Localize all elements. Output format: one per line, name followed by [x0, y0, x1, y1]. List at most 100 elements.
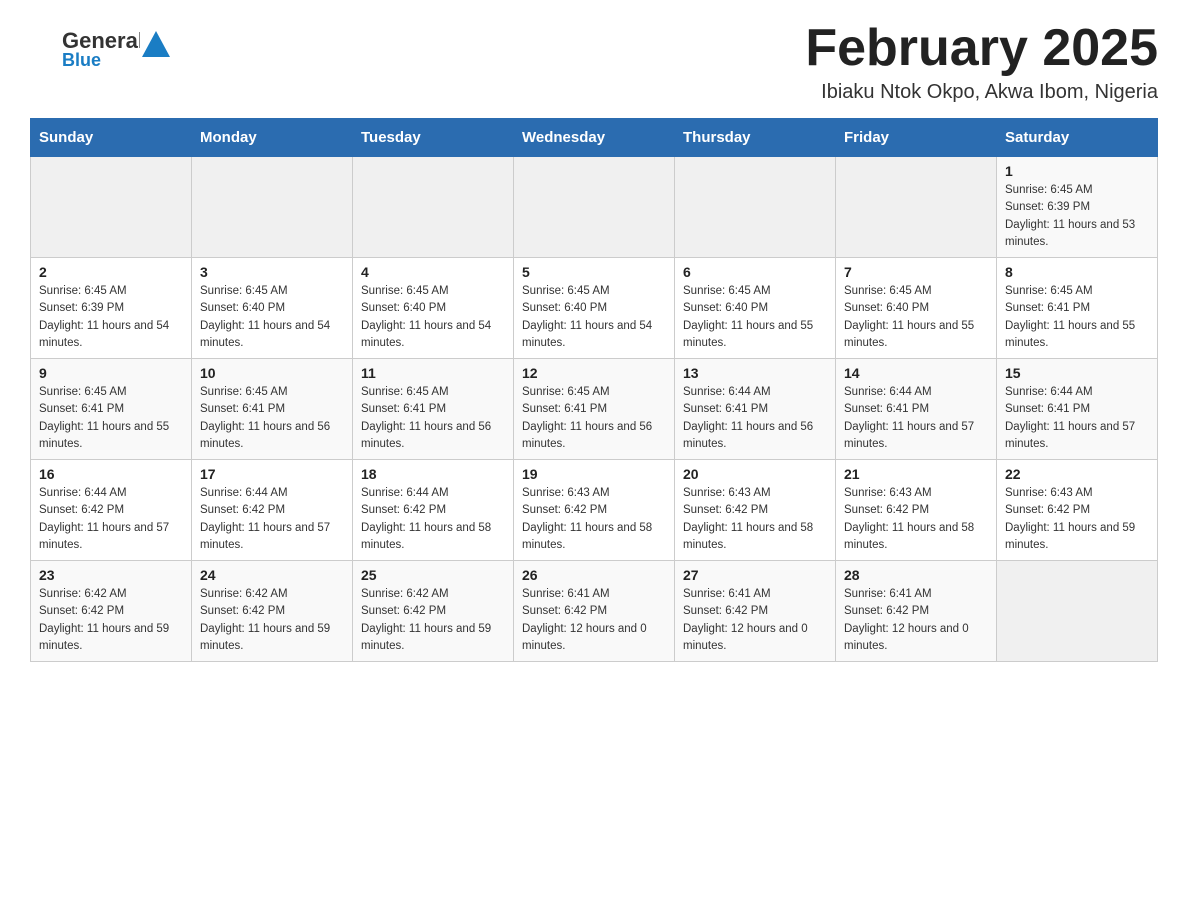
- calendar-cell: 28 Sunrise: 6:41 AMSunset: 6:42 PMDayligh…: [836, 561, 997, 662]
- header-cell-friday: Friday: [836, 119, 997, 157]
- day-info: Sunrise: 6:42 AMSunset: 6:42 PMDaylight:…: [39, 588, 169, 652]
- calendar-week-row: 23 Sunrise: 6:42 AMSunset: 6:42 PMDayligh…: [31, 561, 1158, 662]
- day-number: 12: [522, 365, 666, 381]
- calendar-cell: [675, 157, 836, 258]
- calendar-cell: 4Sunrise: 6:45 AMSunset: 6:40 PMDaylight…: [353, 258, 514, 359]
- calendar-header: SundayMondayTuesdayWednesdayThursdayFrid…: [31, 119, 1158, 157]
- day-number: 26: [522, 567, 666, 583]
- calendar-body: 1 Sunrise: 6:45 AMSunset: 6:39 PMDaylight…: [31, 157, 1158, 662]
- calendar-cell: 27 Sunrise: 6:41 AMSunset: 6:42 PMDayligh…: [675, 561, 836, 662]
- day-number: 22: [1005, 466, 1149, 482]
- calendar-cell: [836, 157, 997, 258]
- day-info: Sunrise: 6:45 AMSunset: 6:39 PMDaylight:…: [1005, 184, 1135, 248]
- day-number: 9: [39, 365, 183, 381]
- calendar-cell: 26 Sunrise: 6:41 AMSunset: 6:42 PMDayligh…: [514, 561, 675, 662]
- calendar-cell: 6 Sunrise: 6:45 AMSunset: 6:40 PMDaylight…: [675, 258, 836, 359]
- calendar-cell: 23 Sunrise: 6:42 AMSunset: 6:42 PMDayligh…: [31, 561, 192, 662]
- title-block: February 2025 Ibiaku Ntok Okpo, Akwa Ibo…: [805, 20, 1158, 104]
- header-cell-monday: Monday: [192, 119, 353, 157]
- header-cell-saturday: Saturday: [997, 119, 1158, 157]
- day-info: Sunrise: 6:44 AMSunset: 6:41 PMDaylight:…: [844, 386, 974, 450]
- day-number: 13: [683, 365, 827, 381]
- day-info: Sunrise: 6:42 AMSunset: 6:42 PMDaylight:…: [361, 588, 491, 652]
- arrow-icon: [140, 29, 172, 61]
- day-info: Sunrise: 6:45 AMSunset: 6:41 PMDaylight:…: [39, 386, 169, 450]
- day-number: 2: [39, 264, 183, 280]
- day-number: 16: [39, 466, 183, 482]
- calendar-cell: 18Sunrise: 6:44 AMSunset: 6:42 PMDayligh…: [353, 460, 514, 561]
- calendar-week-row: 2 Sunrise: 6:45 AMSunset: 6:39 PMDaylight…: [31, 258, 1158, 359]
- day-info: Sunrise: 6:42 AMSunset: 6:42 PMDaylight:…: [200, 588, 330, 652]
- calendar-cell: 17Sunrise: 6:44 AMSunset: 6:42 PMDayligh…: [192, 460, 353, 561]
- calendar-cell: 16 Sunrise: 6:44 AMSunset: 6:42 PMDayligh…: [31, 460, 192, 561]
- logo-icon: General Blue: [30, 20, 140, 70]
- day-number: 1: [1005, 163, 1149, 179]
- calendar-cell: 21Sunrise: 6:43 AMSunset: 6:42 PMDayligh…: [836, 460, 997, 561]
- calendar-cell: [353, 157, 514, 258]
- header-row: SundayMondayTuesdayWednesdayThursdayFrid…: [31, 119, 1158, 157]
- calendar-cell: [514, 157, 675, 258]
- day-info: Sunrise: 6:41 AMSunset: 6:42 PMDaylight:…: [683, 588, 808, 652]
- page-header: General Blue February 2025 Ibiaku Ntok O…: [30, 20, 1158, 104]
- day-info: Sunrise: 6:41 AMSunset: 6:42 PMDaylight:…: [522, 588, 647, 652]
- calendar-subtitle: Ibiaku Ntok Okpo, Akwa Ibom, Nigeria: [805, 81, 1158, 104]
- day-info: Sunrise: 6:43 AMSunset: 6:42 PMDaylight:…: [844, 487, 974, 551]
- header-cell-wednesday: Wednesday: [514, 119, 675, 157]
- calendar-cell: [192, 157, 353, 258]
- day-number: 28: [844, 567, 988, 583]
- calendar-cell: 15Sunrise: 6:44 AMSunset: 6:41 PMDayligh…: [997, 359, 1158, 460]
- day-info: Sunrise: 6:43 AMSunset: 6:42 PMDaylight:…: [1005, 487, 1135, 551]
- day-info: Sunrise: 6:45 AMSunset: 6:40 PMDaylight:…: [361, 285, 491, 349]
- day-number: 6: [683, 264, 827, 280]
- svg-text:Blue: Blue: [62, 50, 101, 70]
- day-info: Sunrise: 6:43 AMSunset: 6:42 PMDaylight:…: [522, 487, 652, 551]
- day-number: 23: [39, 567, 183, 583]
- day-info: Sunrise: 6:45 AMSunset: 6:40 PMDaylight:…: [683, 285, 813, 349]
- calendar-cell: 13Sunrise: 6:44 AMSunset: 6:41 PMDayligh…: [675, 359, 836, 460]
- day-info: Sunrise: 6:45 AMSunset: 6:40 PMDaylight:…: [844, 285, 974, 349]
- day-info: Sunrise: 6:45 AMSunset: 6:41 PMDaylight:…: [361, 386, 491, 450]
- calendar-cell: 11 Sunrise: 6:45 AMSunset: 6:41 PMDayligh…: [353, 359, 514, 460]
- day-number: 3: [200, 264, 344, 280]
- day-info: Sunrise: 6:44 AMSunset: 6:42 PMDaylight:…: [200, 487, 330, 551]
- day-info: Sunrise: 6:45 AMSunset: 6:40 PMDaylight:…: [200, 285, 330, 349]
- calendar-week-row: 1 Sunrise: 6:45 AMSunset: 6:39 PMDaylight…: [31, 157, 1158, 258]
- calendar-table: SundayMondayTuesdayWednesdayThursdayFrid…: [30, 118, 1158, 662]
- header-cell-tuesday: Tuesday: [353, 119, 514, 157]
- calendar-cell: 1 Sunrise: 6:45 AMSunset: 6:39 PMDaylight…: [997, 157, 1158, 258]
- day-number: 25: [361, 567, 505, 583]
- day-number: 11: [361, 365, 505, 381]
- day-number: 8: [1005, 264, 1149, 280]
- day-number: 20: [683, 466, 827, 482]
- calendar-cell: 14 Sunrise: 6:44 AMSunset: 6:41 PMDayligh…: [836, 359, 997, 460]
- day-info: Sunrise: 6:45 AMSunset: 6:41 PMDaylight:…: [200, 386, 330, 450]
- day-info: Sunrise: 6:41 AMSunset: 6:42 PMDaylight:…: [844, 588, 969, 652]
- calendar-cell: 19 Sunrise: 6:43 AMSunset: 6:42 PMDayligh…: [514, 460, 675, 561]
- logo: General Blue: [30, 20, 172, 70]
- day-info: Sunrise: 6:45 AMSunset: 6:39 PMDaylight:…: [39, 285, 169, 349]
- calendar-cell: 5 Sunrise: 6:45 AMSunset: 6:40 PMDaylight…: [514, 258, 675, 359]
- header-cell-sunday: Sunday: [31, 119, 192, 157]
- day-number: 19: [522, 466, 666, 482]
- calendar-cell: 7 Sunrise: 6:45 AMSunset: 6:40 PMDaylight…: [836, 258, 997, 359]
- calendar-cell: 22 Sunrise: 6:43 AMSunset: 6:42 PMDayligh…: [997, 460, 1158, 561]
- calendar-cell: 20 Sunrise: 6:43 AMSunset: 6:42 PMDayligh…: [675, 460, 836, 561]
- calendar-cell: 2 Sunrise: 6:45 AMSunset: 6:39 PMDaylight…: [31, 258, 192, 359]
- calendar-cell: 12 Sunrise: 6:45 AMSunset: 6:41 PMDayligh…: [514, 359, 675, 460]
- day-info: Sunrise: 6:45 AMSunset: 6:41 PMDaylight:…: [522, 386, 652, 450]
- day-number: 5: [522, 264, 666, 280]
- day-info: Sunrise: 6:43 AMSunset: 6:42 PMDaylight:…: [683, 487, 813, 551]
- calendar-cell: 9 Sunrise: 6:45 AMSunset: 6:41 PMDaylight…: [31, 359, 192, 460]
- calendar-cell: 8Sunrise: 6:45 AMSunset: 6:41 PMDaylight…: [997, 258, 1158, 359]
- calendar-cell: 3 Sunrise: 6:45 AMSunset: 6:40 PMDaylight…: [192, 258, 353, 359]
- calendar-cell: 25 Sunrise: 6:42 AMSunset: 6:42 PMDayligh…: [353, 561, 514, 662]
- day-number: 10: [200, 365, 344, 381]
- day-number: 14: [844, 365, 988, 381]
- day-info: Sunrise: 6:44 AMSunset: 6:42 PMDaylight:…: [39, 487, 169, 551]
- day-info: Sunrise: 6:45 AMSunset: 6:40 PMDaylight:…: [522, 285, 652, 349]
- day-info: Sunrise: 6:44 AMSunset: 6:41 PMDaylight:…: [1005, 386, 1135, 450]
- calendar-cell: [31, 157, 192, 258]
- day-number: 27: [683, 567, 827, 583]
- day-number: 7: [844, 264, 988, 280]
- day-number: 18: [361, 466, 505, 482]
